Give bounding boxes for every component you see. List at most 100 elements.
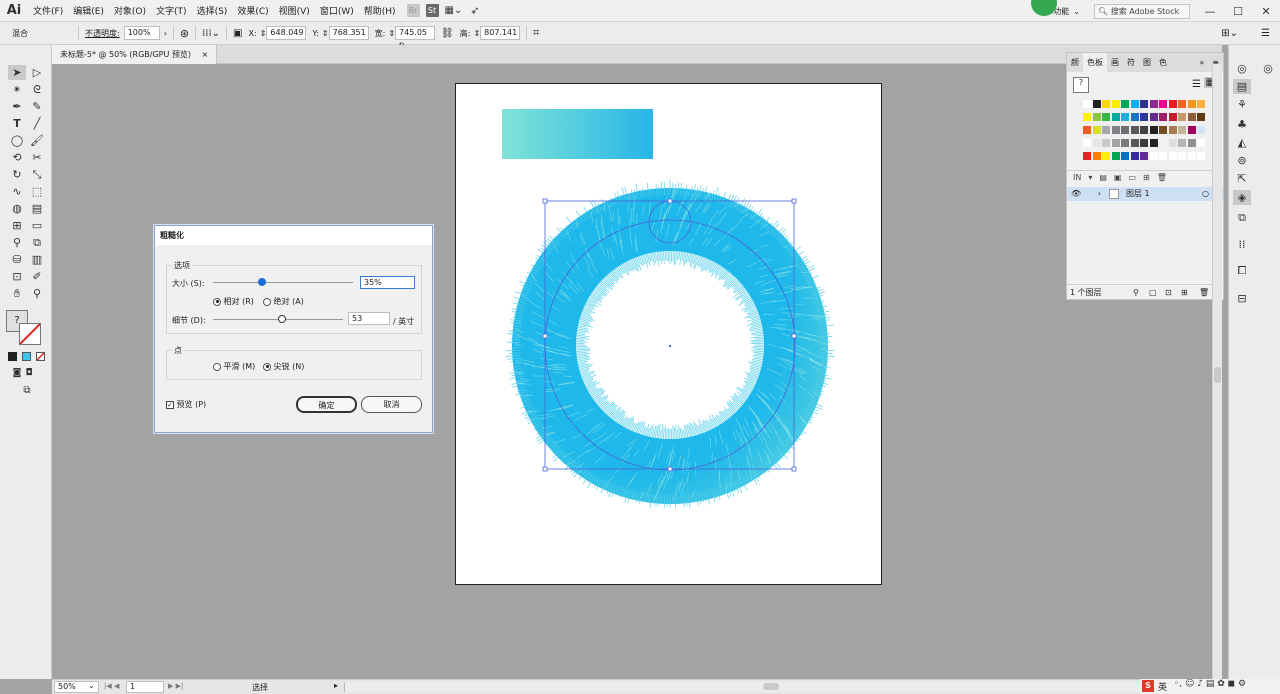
color-swatch[interactable] xyxy=(1111,113,1120,121)
color-swatch[interactable] xyxy=(1111,126,1120,134)
color-swatch[interactable] xyxy=(1130,126,1139,134)
color-swatch[interactable] xyxy=(1083,100,1091,108)
tab-color[interactable]: 颜 xyxy=(1067,57,1083,68)
bridge-icon[interactable]: Br xyxy=(406,4,420,17)
perspective-grid-tool-icon[interactable]: ▤ xyxy=(28,201,46,216)
width-stepper-icon[interactable]: ⇕ xyxy=(388,29,395,38)
none-mode-icon[interactable] xyxy=(36,352,45,361)
chevron-down-icon[interactable]: ⌄ xyxy=(1073,7,1080,16)
rotate-tool-icon[interactable]: ↻ xyxy=(8,167,26,182)
layer-row[interactable]: 👁︎ › 图层 1 ○ xyxy=(1067,187,1223,201)
color-swatch[interactable] xyxy=(1121,139,1129,147)
mesh-tool-icon[interactable]: ⊞ xyxy=(8,218,26,233)
opacity-arrow-icon[interactable]: › xyxy=(164,29,167,38)
new-color-group-icon[interactable]: ▭ xyxy=(1128,173,1136,182)
color-swatch[interactable] xyxy=(1159,126,1167,134)
color-swatch[interactable] xyxy=(1187,126,1196,134)
color-swatch[interactable] xyxy=(1197,126,1205,134)
document-tab[interactable]: 未标题-5* @ 50% (RGB/GPU 预览) × xyxy=(52,45,218,64)
vertical-scrollbar[interactable] xyxy=(1212,64,1222,679)
color-swatch[interactable] xyxy=(1168,126,1177,134)
color-swatch[interactable] xyxy=(1159,113,1167,121)
close-button[interactable]: ✕ xyxy=(1252,5,1280,18)
color-swatch[interactable] xyxy=(1111,100,1120,108)
last-artboard-icon[interactable]: ▶ ▶| xyxy=(168,682,183,690)
size-input[interactable]: 35% xyxy=(360,276,415,289)
color-swatch[interactable] xyxy=(1149,152,1158,160)
detail-slider-thumb[interactable] xyxy=(277,315,286,323)
new-swatch-icon[interactable]: ⊞ xyxy=(1143,173,1150,182)
swatches-dock-icon[interactable]: ◎ xyxy=(1233,61,1251,76)
delete-layer-icon[interactable]: 🗑︎ xyxy=(1199,285,1209,300)
color-swatch[interactable] xyxy=(1121,152,1129,160)
color-swatch[interactable] xyxy=(1187,139,1196,147)
color-swatch[interactable] xyxy=(1178,100,1186,108)
gpu-performance-icon[interactable]: ➶ xyxy=(470,4,479,17)
color-swatch[interactable] xyxy=(1083,126,1091,134)
magic-wand-tool-icon[interactable]: ✴ xyxy=(8,82,26,97)
list-view-icon[interactable]: ☰ xyxy=(1192,79,1201,90)
color-swatch[interactable] xyxy=(1111,139,1120,147)
color-swatch[interactable] xyxy=(1121,126,1129,134)
tab-symbols[interactable]: 符 xyxy=(1123,57,1139,68)
absolute-radio[interactable]: 绝对 (A) xyxy=(263,296,304,307)
color-swatch[interactable] xyxy=(1187,100,1196,108)
symbol-sprayer-tool-icon[interactable]: ⛁ xyxy=(8,252,26,267)
color-swatch[interactable] xyxy=(1140,113,1148,121)
color-swatch[interactable] xyxy=(1159,100,1167,108)
ok-button[interactable]: 确定 xyxy=(296,396,357,413)
vertical-scroll-thumb[interactable] xyxy=(1214,367,1221,383)
brushes-dock-icon[interactable]: ⚘ xyxy=(1233,97,1251,112)
cancel-button[interactable]: 取消 xyxy=(361,396,422,413)
absolute-radio-dot[interactable] xyxy=(263,297,271,306)
artboard-number-input[interactable]: 1 xyxy=(126,681,164,693)
color-swatch[interactable] xyxy=(1092,113,1101,121)
smooth-radio[interactable]: 平滑 (M) xyxy=(213,361,255,372)
stroke-color-swatch[interactable] xyxy=(19,323,41,345)
type-tool-icon[interactable]: T xyxy=(8,116,26,131)
menu-edit[interactable]: 编辑(E) xyxy=(68,4,109,17)
tab-brushes[interactable]: 画 xyxy=(1107,57,1123,68)
horizontal-scroll-thumb[interactable] xyxy=(763,683,779,690)
y-stepper-icon[interactable]: ⇕ xyxy=(322,29,329,38)
swatch-options-icon[interactable]: ▤ xyxy=(1099,173,1107,182)
color-swatch[interactable] xyxy=(1178,113,1186,121)
color-swatch[interactable] xyxy=(1149,126,1158,134)
transform-dock-icon[interactable]: ⊟ xyxy=(1233,291,1251,306)
arrange-icon[interactable]: ⊞⌄ xyxy=(1221,28,1238,39)
slice-tool-icon[interactable]: ✐ xyxy=(28,269,46,284)
eyedropper-tool-icon[interactable]: ⚲ xyxy=(8,235,26,250)
status-arrow-icon[interactable]: ▸ xyxy=(334,681,338,690)
color-swatch[interactable] xyxy=(1130,100,1139,108)
color-swatch[interactable] xyxy=(1197,100,1205,108)
color-swatch[interactable] xyxy=(1178,152,1186,160)
stroke-dock-icon[interactable]: ◭ xyxy=(1233,135,1251,150)
draw-behind-icon[interactable]: ◘ xyxy=(20,366,38,381)
zoom-tool-icon[interactable]: ⚲ xyxy=(28,286,46,301)
color-swatch[interactable] xyxy=(1140,100,1148,108)
menu-object[interactable]: 对象(O) xyxy=(109,4,151,17)
width-input[interactable]: 745.05 p xyxy=(395,26,436,49)
tab-graphic-styles[interactable]: 图 xyxy=(1139,57,1155,68)
color-group-icon[interactable]: ▣ xyxy=(1114,173,1122,182)
warp-tool-icon[interactable]: ∿ xyxy=(8,184,26,199)
color-swatch[interactable] xyxy=(1159,139,1167,147)
horizontal-scrollbar[interactable] xyxy=(344,682,1144,692)
screen-mode-icon[interactable]: ⧉ xyxy=(18,383,36,398)
color-swatch[interactable] xyxy=(1092,152,1101,160)
color-swatch[interactable] xyxy=(1197,139,1205,147)
color-swatch[interactable] xyxy=(1168,113,1177,121)
arrange-documents-icon[interactable]: ▦⌄ xyxy=(445,5,463,16)
ime-tray-icons[interactable]: ◦, ☺ ♪ ▤ ✿ ◼ ⚙ xyxy=(1174,679,1246,689)
color-swatch[interactable] xyxy=(1092,100,1101,108)
menu-window[interactable]: 窗口(W) xyxy=(315,4,359,17)
y-input[interactable]: 768.351 xyxy=(328,26,369,40)
align-grid-icon[interactable]: ⁞⁞⁞⌄ xyxy=(202,28,220,39)
color-swatch[interactable] xyxy=(1130,139,1139,147)
color-swatch[interactable] xyxy=(1178,126,1186,134)
menu-view[interactable]: 视图(V) xyxy=(274,4,315,17)
color-swatch[interactable] xyxy=(1168,139,1177,147)
menu-file[interactable]: 文件(F) xyxy=(28,4,68,17)
panel-menu-icon[interactable]: ☰ xyxy=(1261,28,1270,39)
color-swatch[interactable] xyxy=(1111,152,1120,160)
